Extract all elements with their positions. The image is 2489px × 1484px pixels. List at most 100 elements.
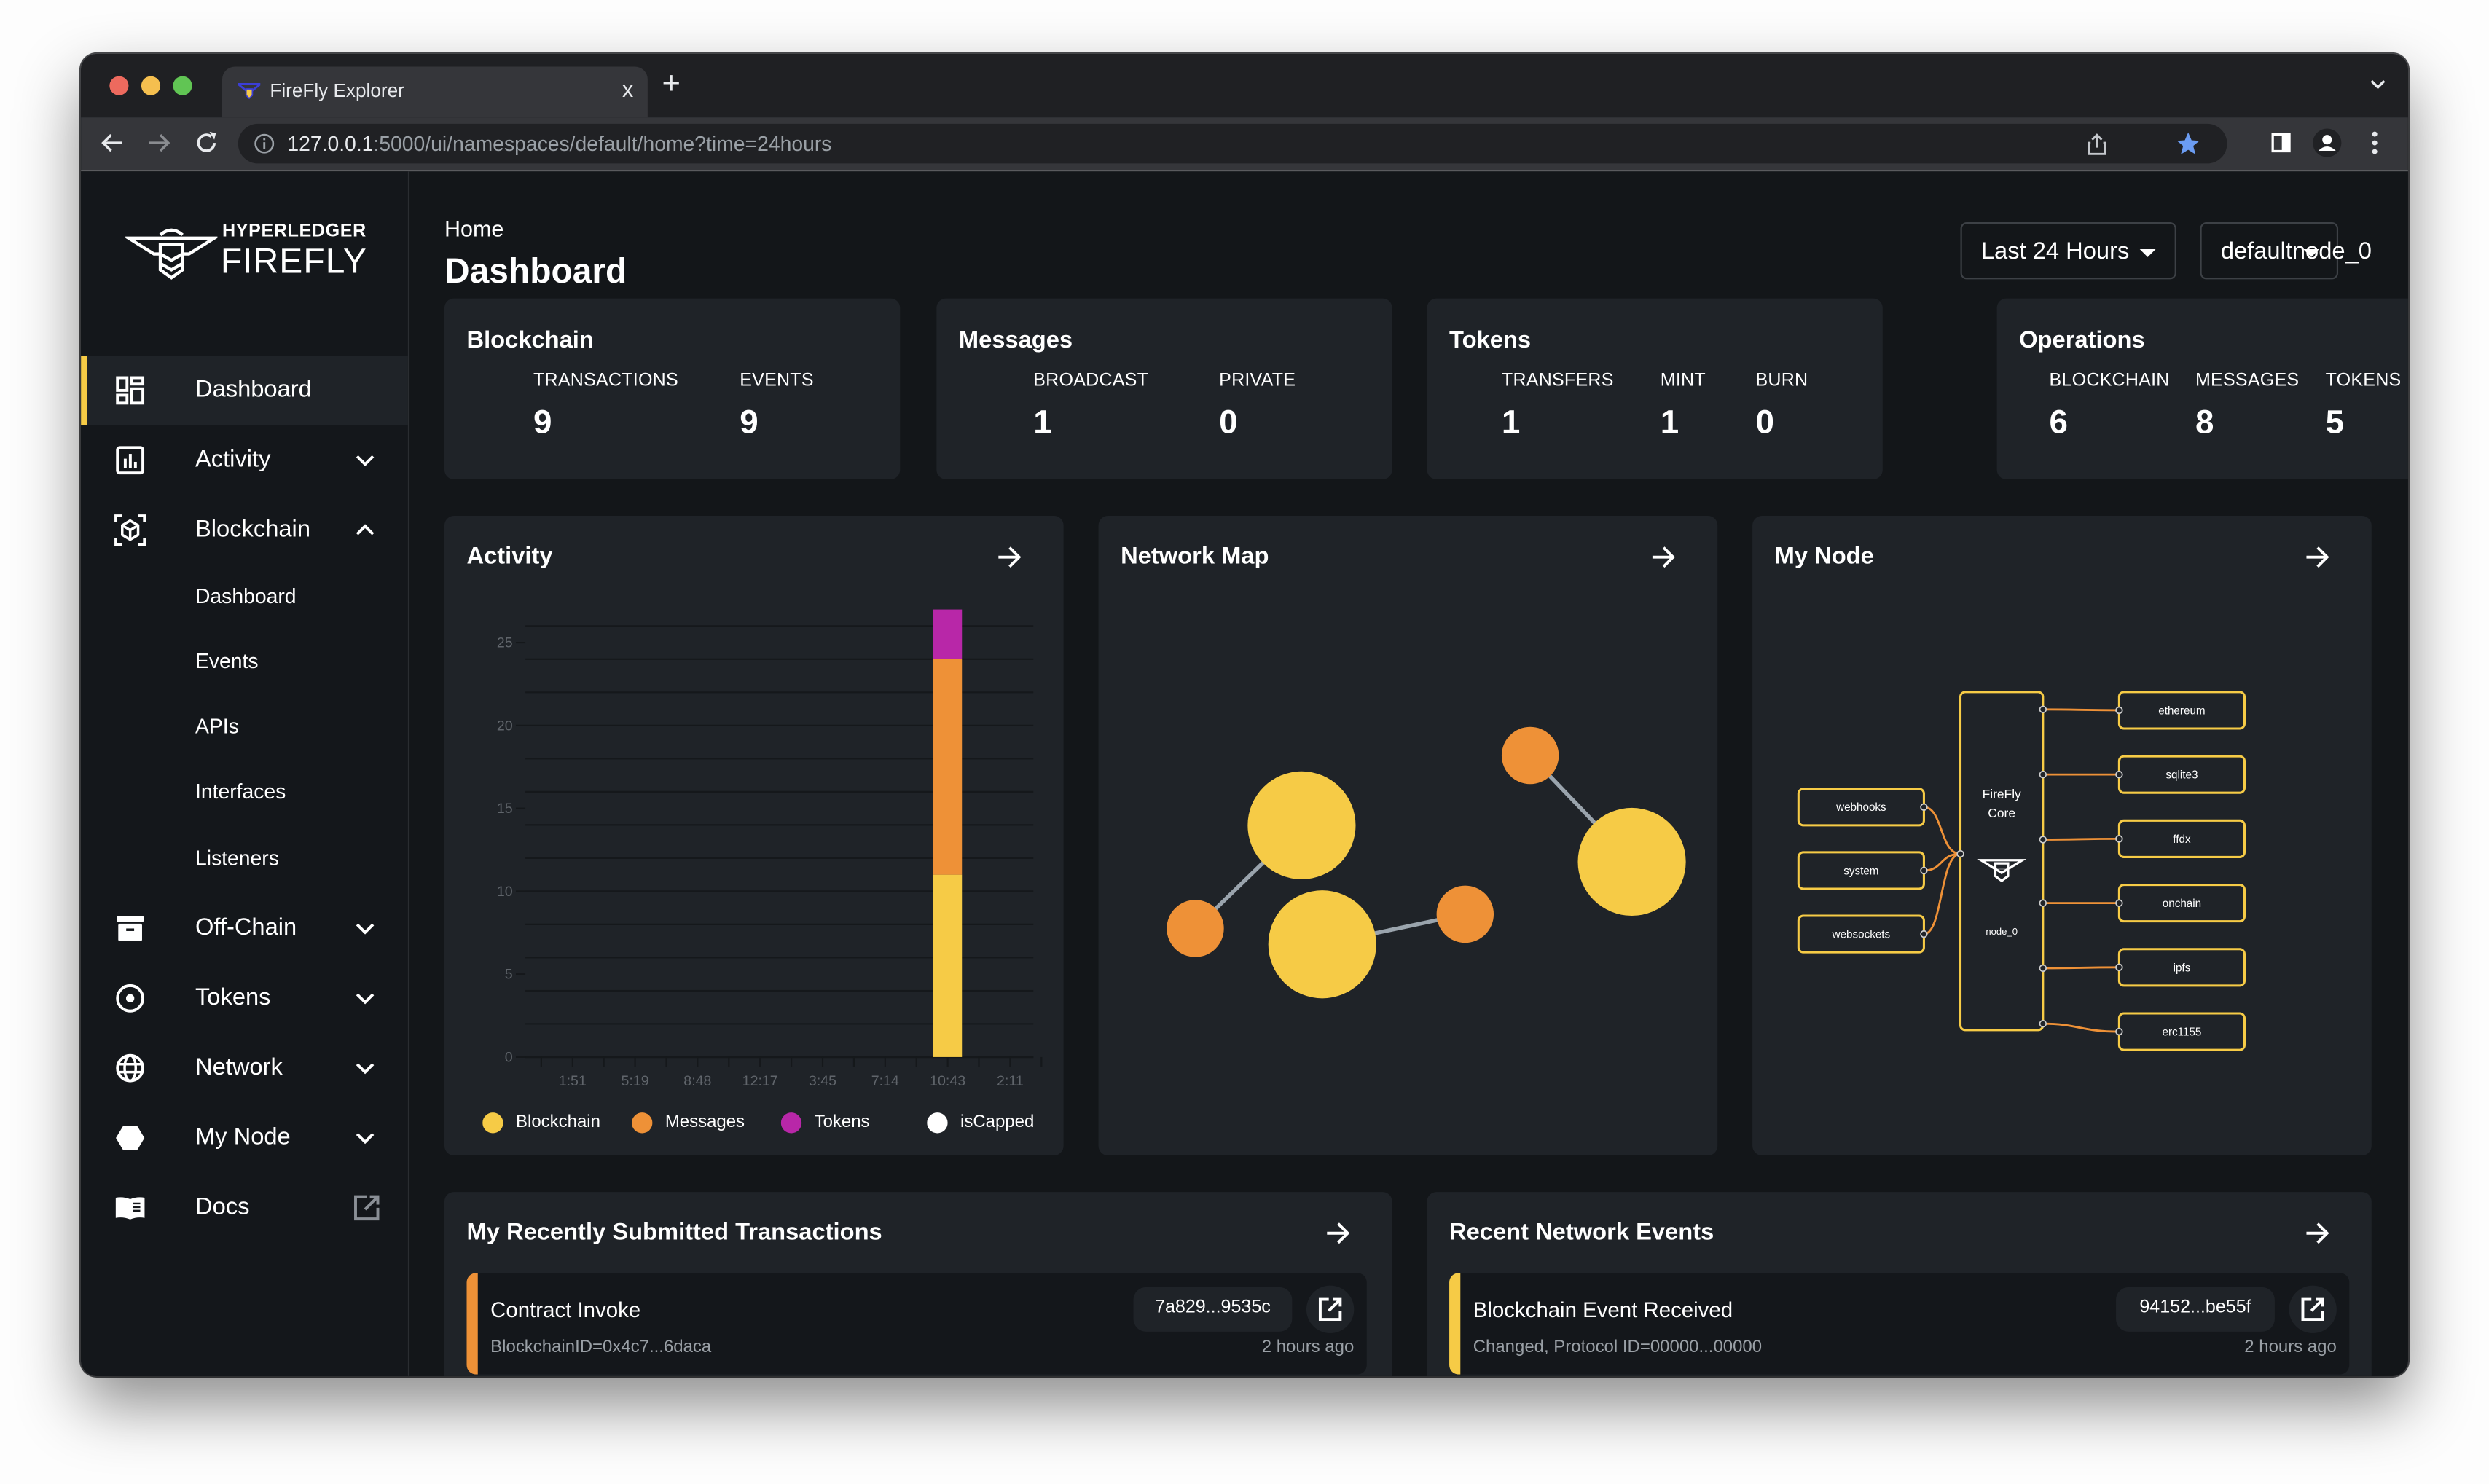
sidebar-subitem-label: Listeners bbox=[195, 846, 279, 870]
sidebar-item-activity[interactable]: Activity bbox=[81, 425, 408, 495]
sidebar-item-label: Tokens bbox=[195, 984, 271, 1011]
open-event-button[interactable] bbox=[2289, 1285, 2337, 1333]
stat-label: MINT bbox=[1660, 371, 1706, 390]
events-panel: Recent Network Events Blockchain Event R… bbox=[1427, 1192, 2372, 1376]
core-node-name: node_0 bbox=[1986, 926, 2018, 937]
sidebar-item-off-chain[interactable]: Off-Chain bbox=[81, 894, 408, 964]
legend-label: Blockchain bbox=[516, 1112, 600, 1132]
cube-icon bbox=[114, 514, 146, 546]
browser-tab[interactable]: FireFly Explorer x bbox=[222, 66, 648, 118]
zoom-window-button[interactable] bbox=[173, 76, 192, 95]
network-member-node[interactable] bbox=[1501, 726, 1559, 785]
sidebar-subitem-blockchain-dashboard[interactable]: Dashboard bbox=[81, 568, 408, 625]
link-port bbox=[2115, 899, 2123, 907]
stat-label: TRANSACTIONS bbox=[533, 371, 678, 390]
x-tick-label: 8:48 bbox=[683, 1073, 711, 1089]
stat-label: BROADCAST bbox=[1033, 371, 1149, 390]
site-info-icon[interactable] bbox=[254, 133, 275, 154]
sidebar-item-tokens[interactable]: Tokens bbox=[81, 963, 408, 1033]
link-port bbox=[2115, 1027, 2123, 1036]
new-tab-button[interactable]: + bbox=[662, 66, 680, 101]
radio-circle-icon bbox=[116, 984, 145, 1013]
link-port bbox=[2039, 836, 2047, 844]
stat-title: Tokens bbox=[1449, 326, 1532, 354]
legend-swatch bbox=[482, 1112, 503, 1134]
sidebar-item-blockchain[interactable]: Blockchain bbox=[81, 495, 408, 565]
sidebar-item-docs[interactable]: Docs bbox=[81, 1173, 408, 1243]
open-transaction-button[interactable] bbox=[1306, 1285, 1355, 1333]
sidebar-item-my-node[interactable]: My Node bbox=[81, 1103, 408, 1173]
legend-swatch bbox=[927, 1112, 948, 1134]
address-bar[interactable]: 127.0.0.1:5000/ui/namespaces/default/hom… bbox=[238, 123, 2227, 164]
core-label: Core bbox=[1988, 806, 2015, 820]
x-tick-label: 3:45 bbox=[809, 1073, 836, 1089]
stat-label: BLOCKCHAIN bbox=[2049, 371, 2170, 390]
sidebar-subitem-events[interactable]: Events bbox=[81, 633, 408, 690]
minimize-window-button[interactable] bbox=[141, 76, 161, 95]
breadcrumb[interactable]: Home bbox=[444, 216, 503, 241]
network-map-panel: Network Map bbox=[1098, 516, 1718, 1155]
event-list-item[interactable]: Blockchain Event Received Changed, Proto… bbox=[1449, 1273, 2350, 1375]
side-panel-icon[interactable] bbox=[2265, 127, 2297, 159]
event-id-chip[interactable]: 94152...be55f bbox=[2116, 1287, 2275, 1332]
share-icon[interactable] bbox=[2084, 132, 2109, 157]
sidebar-item-label: Network bbox=[195, 1053, 283, 1081]
network-member-node[interactable] bbox=[1167, 900, 1224, 957]
network-member-node[interactable] bbox=[1436, 885, 1494, 943]
network-map-graph[interactable] bbox=[1099, 516, 1718, 1155]
sidebar-subitem-listeners[interactable]: Listeners bbox=[81, 830, 408, 887]
bar-chart-icon bbox=[116, 446, 145, 475]
network-org-node[interactable] bbox=[1268, 890, 1376, 999]
stat-value: 0 bbox=[1219, 404, 1238, 441]
reload-icon[interactable] bbox=[190, 127, 222, 159]
link-port bbox=[1920, 803, 1928, 812]
time-filter-dropdown[interactable]: Last 24 Hours bbox=[1960, 221, 2176, 280]
arrow-right-icon[interactable] bbox=[1322, 1217, 1355, 1249]
bar-segment-messages bbox=[933, 659, 963, 875]
url-text[interactable]: 127.0.0.1:5000/ui/namespaces/default/hom… bbox=[287, 132, 831, 156]
chevron-down-icon bbox=[356, 1133, 375, 1145]
link-port bbox=[1956, 849, 1964, 858]
profile-avatar-icon[interactable] bbox=[2311, 127, 2343, 159]
transaction-list-item[interactable]: Contract Invoke BlockchainID=0x4c7...6da… bbox=[466, 1273, 1367, 1375]
sidebar-subitem-apis[interactable]: APIs bbox=[81, 699, 408, 755]
link-port bbox=[2039, 1019, 2047, 1028]
transaction-id-chip[interactable]: 7a829...9535c bbox=[1133, 1287, 1293, 1332]
bookmark-star-icon[interactable] bbox=[2175, 130, 2202, 157]
tab-close-button[interactable]: x bbox=[622, 76, 633, 102]
link-port bbox=[2115, 770, 2123, 779]
panel-title: Recent Network Events bbox=[1449, 1219, 1714, 1247]
x-tick-label: 5:19 bbox=[622, 1073, 649, 1089]
stat-value: 5 bbox=[2325, 404, 2345, 441]
back-arrow-icon[interactable] bbox=[97, 127, 129, 159]
tab-bar: FireFly Explorer x + bbox=[81, 54, 2408, 118]
activity-panel: Activity 0 5 10 15 20 25 1:51 5:19 8:48 12:17 3:45… bbox=[444, 516, 1064, 1155]
sidebar-subitem-label: APIs bbox=[195, 714, 239, 739]
book-icon bbox=[115, 1197, 145, 1220]
sidebar-subitem-interfaces[interactable]: Interfaces bbox=[81, 763, 408, 820]
chart-legend: Blockchain Messages Tokens isCapped bbox=[482, 1111, 1048, 1136]
sidebar-item-label: Activity bbox=[195, 446, 271, 474]
x-tick-label: 2:11 bbox=[997, 1073, 1024, 1089]
stat-label: TRANSFERS bbox=[1501, 371, 1614, 390]
network-org-node[interactable] bbox=[1577, 807, 1686, 916]
sidebar-item-dashboard[interactable]: Dashboard bbox=[81, 355, 408, 425]
browser-menu-icon[interactable] bbox=[2359, 127, 2391, 159]
x-tick-label: 1:51 bbox=[559, 1073, 587, 1089]
arrow-right-icon[interactable] bbox=[2302, 1217, 2334, 1249]
link-port bbox=[2039, 899, 2047, 907]
stat-label: PRIVATE bbox=[1219, 371, 1296, 390]
forward-arrow-icon[interactable] bbox=[143, 127, 175, 159]
close-window-button[interactable] bbox=[109, 76, 129, 95]
link-port bbox=[2039, 770, 2047, 779]
sidebar-item-network[interactable]: Network bbox=[81, 1033, 408, 1103]
network-org-node[interactable] bbox=[1247, 771, 1356, 879]
bar-segment-tokens bbox=[933, 609, 963, 659]
stat-value: 0 bbox=[1755, 404, 1774, 441]
stat-value: 9 bbox=[533, 404, 552, 441]
status-accent-bar bbox=[466, 1273, 478, 1375]
x-tick-label: 10:43 bbox=[930, 1073, 965, 1089]
firefly-logo[interactable]: HYPERLEDGER FIREFLY bbox=[125, 216, 367, 286]
tab-search-chevron-icon[interactable] bbox=[2367, 73, 2389, 95]
stat-title: Blockchain bbox=[466, 326, 594, 354]
